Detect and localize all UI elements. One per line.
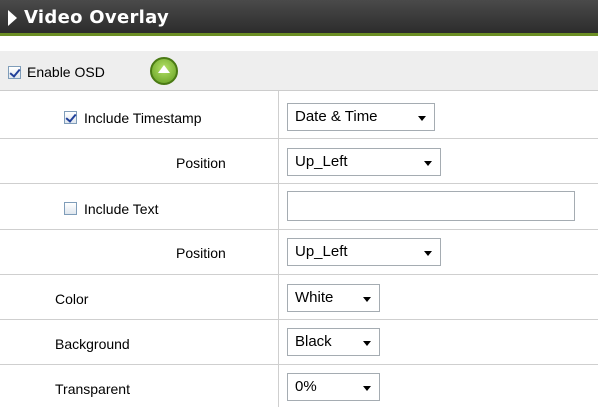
section-header: Video Overlay — [0, 0, 598, 36]
row-divider — [0, 319, 598, 320]
transparent-value: 0% — [295, 378, 317, 395]
background-select[interactable]: Black — [287, 328, 380, 356]
row-divider — [0, 229, 598, 230]
enable-osd-label: Enable OSD — [27, 64, 105, 80]
transparent-select[interactable]: 0% — [287, 373, 380, 401]
timestamp-format-select[interactable]: Date & Time — [287, 103, 435, 131]
row-divider — [0, 183, 598, 184]
include-text-checkbox[interactable] — [64, 202, 77, 215]
chevron-down-icon — [424, 251, 432, 256]
text-position-value: Up_Left — [295, 243, 348, 260]
background-value: Black — [295, 333, 332, 350]
chevron-down-icon — [418, 116, 426, 121]
row-divider — [0, 364, 598, 365]
overlay-text-input[interactable] — [287, 191, 575, 221]
chevron-down-icon — [363, 297, 371, 302]
transparent-label: Transparent — [55, 381, 130, 397]
include-timestamp-checkbox[interactable] — [64, 111, 77, 124]
text-position-label: Position — [176, 245, 226, 261]
chevron-down-icon — [424, 161, 432, 166]
timestamp-position-select[interactable]: Up_Left — [287, 148, 441, 176]
timestamp-format-value: Date & Time — [295, 108, 378, 125]
include-timestamp-label: Include Timestamp — [84, 110, 202, 126]
timestamp-position-value: Up_Left — [295, 153, 348, 170]
section-title: Video Overlay — [24, 7, 170, 28]
color-value: White — [295, 289, 334, 306]
enable-osd-checkbox[interactable] — [8, 66, 21, 79]
background-label: Background — [55, 336, 130, 352]
row-divider — [0, 138, 598, 139]
collapse-up-icon[interactable] — [150, 57, 178, 85]
include-text-label: Include Text — [84, 201, 159, 217]
chevron-down-icon — [363, 341, 371, 346]
text-position-select[interactable]: Up_Left — [287, 238, 441, 266]
row-divider — [0, 274, 598, 275]
color-select[interactable]: White — [287, 284, 380, 312]
expand-arrow-icon — [8, 10, 17, 26]
color-label: Color — [55, 291, 89, 307]
timestamp-position-label: Position — [176, 155, 226, 171]
chevron-down-icon — [363, 386, 371, 391]
